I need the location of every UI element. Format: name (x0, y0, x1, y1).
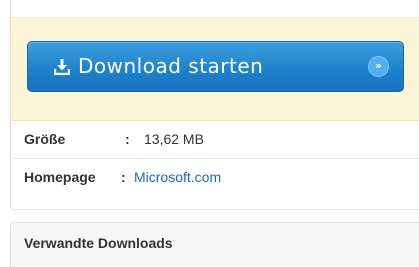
file-size-value: 13,62 MB (144, 131, 204, 147)
file-size-label: Größe (24, 131, 66, 147)
download-band: Download starten » (11, 18, 419, 121)
homepage-row: Homepage : Microsoft.com (11, 159, 419, 196)
file-size-row: Größe : 13,62 MB (11, 121, 419, 159)
file-size-colon: : (125, 131, 130, 147)
related-downloads-section: Verwandte Downloads (10, 222, 419, 267)
download-info-card: Download starten » Größe : 13,62 MB Home… (10, 0, 419, 210)
card-top-strip (11, 0, 419, 18)
homepage-label: Homepage (24, 169, 96, 185)
double-chevron-right-icon: » (368, 56, 389, 77)
homepage-colon: : (121, 169, 126, 185)
download-icon (54, 59, 70, 75)
download-button-label: Download starten (78, 54, 264, 78)
related-downloads-heading: Verwandte Downloads (24, 235, 173, 251)
homepage-link[interactable]: Microsoft.com (134, 169, 221, 185)
download-start-button[interactable]: Download starten » (27, 41, 404, 92)
